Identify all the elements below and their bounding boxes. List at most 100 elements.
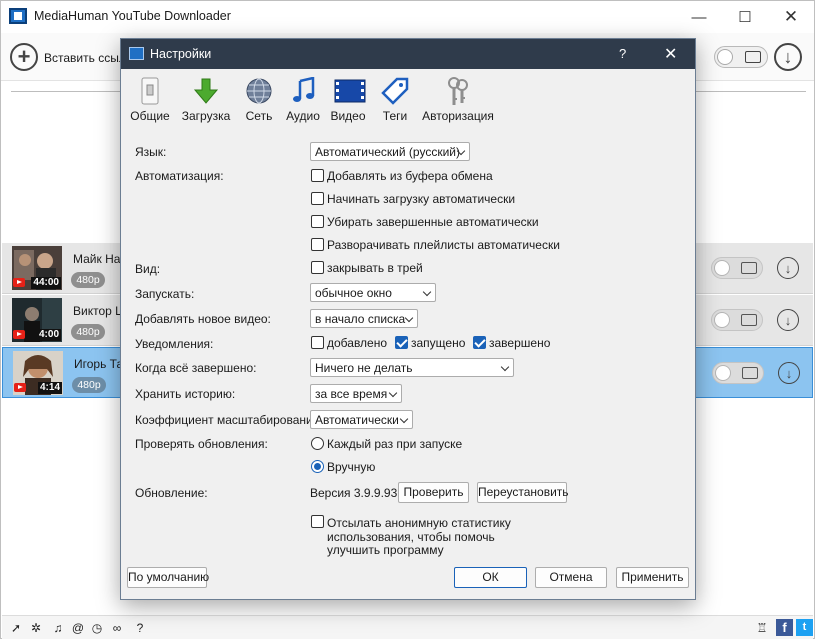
app-logo-icon (9, 8, 27, 24)
video-mode-toggle[interactable] (712, 362, 764, 384)
view-label: Вид: (135, 262, 161, 276)
auto-start-label: Начинать загрузку автоматически (327, 192, 516, 206)
facebook-icon[interactable]: f (776, 619, 793, 636)
tab-authorization[interactable]: Авторизация (421, 75, 495, 129)
add-new-video-value: в начало списка (315, 312, 406, 326)
scale-label: Коэффициент масштабирования: (135, 413, 323, 427)
when-done-select[interactable]: Ничего не делать (310, 358, 514, 377)
minimize-button[interactable]: — (676, 1, 722, 33)
update-on-start-radio[interactable] (311, 437, 324, 450)
video-mode-toggle[interactable] (711, 309, 763, 331)
add-link-icon[interactable]: + (10, 43, 38, 71)
dialog-title: Настройки (150, 47, 212, 61)
language-label: Язык: (135, 145, 167, 159)
film-icon (742, 367, 758, 379)
auto-playlist-label: Разворачивать плейлисты автоматически (327, 238, 560, 252)
notify-added-checkbox[interactable] (311, 336, 324, 349)
update-label: Обновление: (135, 486, 208, 500)
video-title: Игорь Та (74, 357, 124, 371)
add-link-button[interactable]: Вставить ссылк (44, 51, 131, 65)
youtube-icon (13, 330, 25, 339)
globe-icon (245, 77, 273, 105)
download-all-icon[interactable]: ↓ (774, 43, 802, 71)
download-icon[interactable]: ↓ (777, 309, 799, 331)
tab-label: Теги (382, 109, 408, 123)
video-mode-toggle[interactable] (711, 257, 763, 279)
launch-label: Запускать: (135, 287, 195, 301)
notifications-label: Уведомления: (135, 337, 214, 351)
auto-playlist-checkbox[interactable] (311, 238, 324, 251)
minimize-to-tray-checkbox[interactable] (311, 261, 324, 274)
gear-icon[interactable]: ✲ (29, 621, 43, 635)
title-bar: MediaHuman YouTube Downloader — ☐ ✕ (1, 1, 814, 33)
video-thumbnail: 4:00 (12, 298, 62, 342)
quality-badge[interactable]: 480p (71, 324, 105, 340)
toolbar-video-toggle[interactable] (714, 46, 768, 68)
video-thumbnail: 4:14 (13, 351, 63, 395)
send-stats-checkbox[interactable] (311, 515, 324, 528)
apply-button[interactable]: Применить (616, 567, 689, 588)
twitter-icon[interactable]: t (796, 619, 813, 636)
auto-clipboard-label: Добавлять из буфера обмена (327, 169, 493, 183)
quality-badge[interactable]: 480p (71, 272, 105, 288)
music-icon[interactable]: ♫ (51, 621, 65, 635)
launch-select[interactable]: обычное окно (310, 283, 436, 302)
scale-select[interactable]: Автоматически (310, 410, 413, 429)
tray-icon[interactable]: ♖ (755, 621, 769, 635)
when-done-value: Ничего не делать (315, 361, 413, 375)
minimize-to-tray-label: закрывать в трей (327, 261, 423, 275)
app-logo-icon (129, 47, 144, 60)
chevron-down-icon (388, 388, 398, 398)
video-thumbnail: 44:00 (12, 246, 62, 290)
when-done-label: Когда всё завершено: (135, 361, 257, 375)
auto-clipboard-checkbox[interactable] (311, 169, 324, 182)
language-select[interactable]: Автоматический (русский) (310, 142, 470, 161)
reinstall-button[interactable]: Переустановить (477, 482, 569, 503)
auto-remove-checkbox[interactable] (311, 215, 324, 228)
dialog-close-button[interactable]: ✕ (664, 44, 677, 64)
tab-general[interactable]: Общие (127, 75, 173, 129)
ok-button[interactable]: ОК (454, 567, 527, 588)
tab-label: Видео (330, 109, 366, 123)
add-new-video-label: Добавлять новое видео: (135, 312, 271, 326)
notify-added-label: добавлено (327, 336, 388, 350)
dialog-help-button[interactable]: ? (619, 46, 626, 61)
auto-start-checkbox[interactable] (311, 192, 324, 205)
help-icon[interactable]: ? (133, 621, 147, 635)
auto-remove-label: Убирать завершенные автоматически (327, 215, 539, 229)
maximize-button[interactable]: ☐ (722, 1, 768, 33)
film-icon (741, 262, 757, 274)
update-manual-radio[interactable] (311, 460, 324, 473)
add-new-video-select[interactable]: в начало списка (310, 309, 418, 328)
cancel-button[interactable]: Отмена (535, 567, 607, 588)
send-stats-label-line3: улучшить программу (327, 543, 444, 557)
update-on-start-label: Каждый раз при запуске (327, 437, 463, 451)
tab-audio[interactable]: Аудио (284, 75, 322, 129)
tab-tags[interactable]: Теги (377, 75, 413, 129)
toggle-knob (714, 312, 730, 328)
tab-label: Сеть (245, 109, 273, 123)
status-bar: ➚ ✲ ♫ @ ◷ ∞ ? ♖ f t (2, 615, 813, 639)
binoculars-icon[interactable]: ∞ (110, 621, 124, 635)
launch-value: обычное окно (315, 286, 392, 300)
history-icon[interactable]: ◷ (90, 621, 104, 635)
defaults-button[interactable]: По умолчанию (127, 567, 209, 588)
tab-video[interactable]: Видео (329, 75, 367, 129)
close-button[interactable]: ✕ (768, 1, 814, 33)
tab-download[interactable]: Загрузка (179, 75, 233, 129)
notify-finished-checkbox[interactable] (473, 336, 486, 349)
quality-badge[interactable]: 480p (72, 377, 106, 393)
download-icon[interactable]: ↓ (778, 362, 800, 384)
history-select[interactable]: за все время (310, 384, 402, 403)
notify-started-checkbox[interactable] (395, 336, 408, 349)
send-icon[interactable]: ➚ (9, 621, 23, 635)
download-icon[interactable]: ↓ (777, 257, 799, 279)
snail-icon[interactable]: @ (71, 621, 85, 635)
chevron-down-icon (404, 313, 414, 323)
tab-network[interactable]: Сеть (241, 75, 277, 129)
check-update-button[interactable]: Проверить (398, 482, 469, 503)
film-icon (334, 77, 366, 105)
music-note-icon (289, 76, 317, 105)
keys-icon (444, 77, 472, 105)
film-icon (745, 51, 761, 63)
